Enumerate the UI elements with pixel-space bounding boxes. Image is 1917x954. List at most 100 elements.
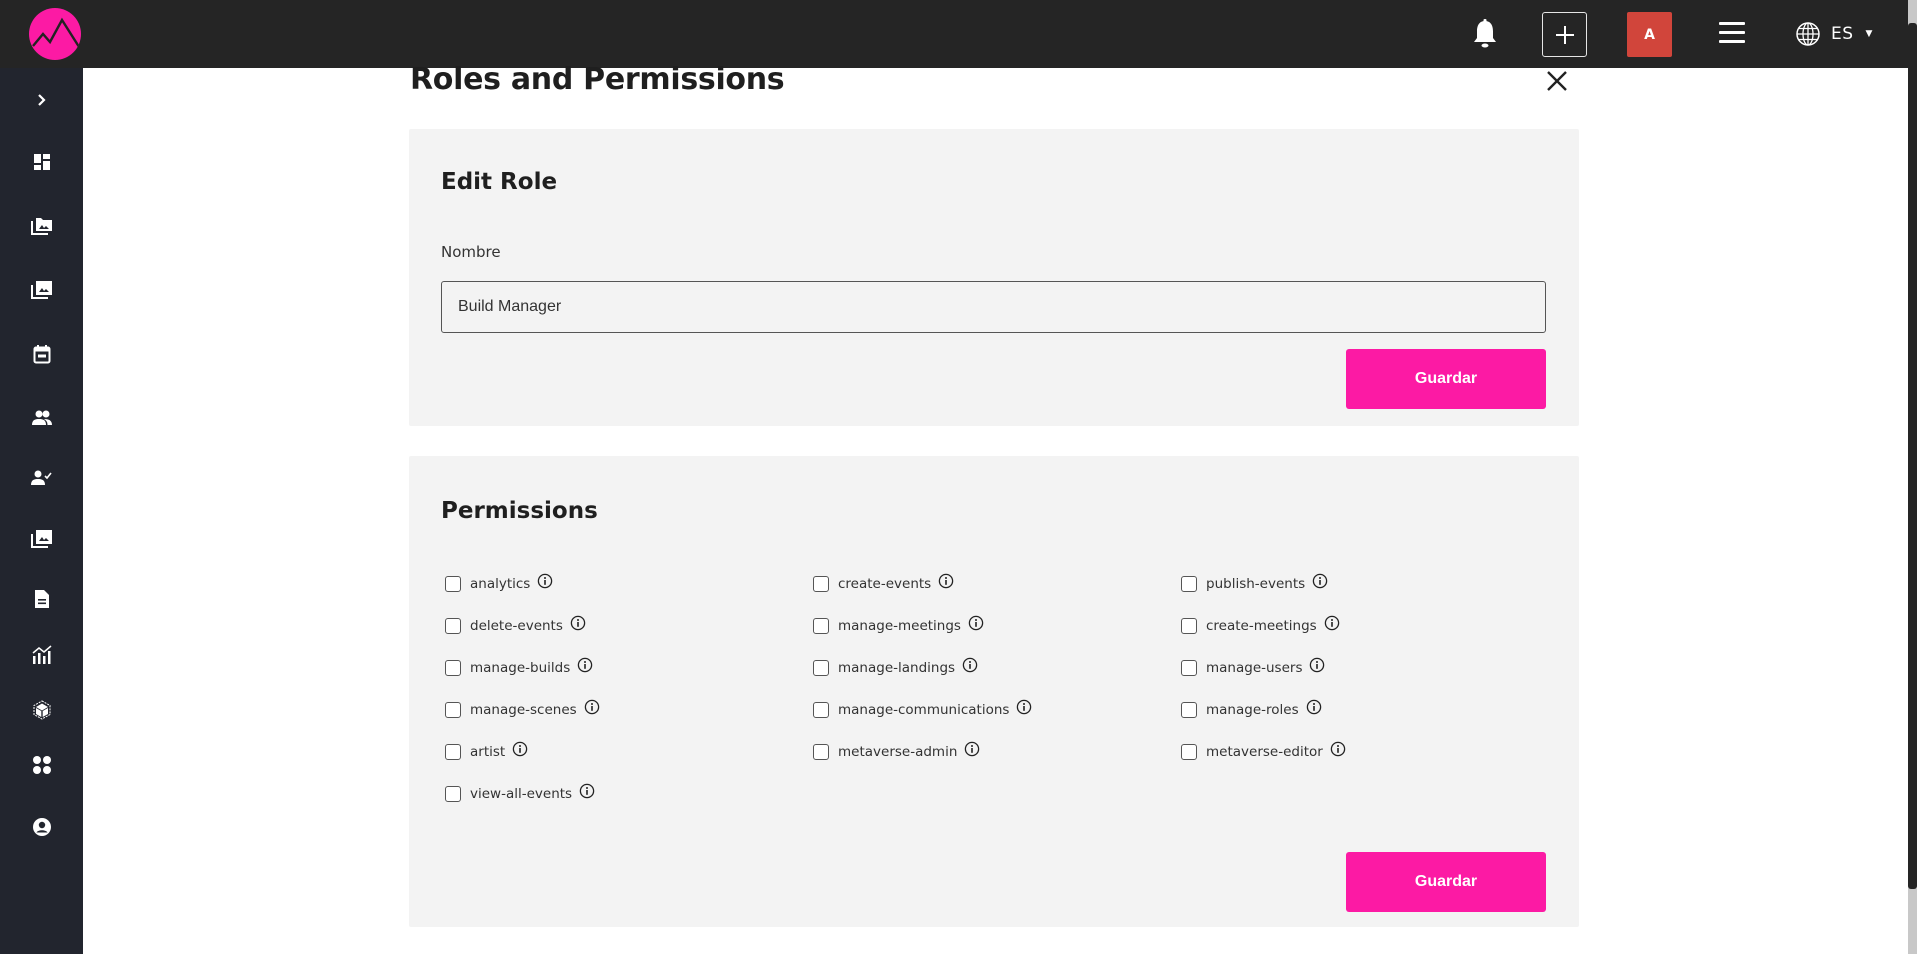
language-selector[interactable]: ES ▼	[1795, 19, 1872, 49]
info-icon[interactable]	[579, 783, 595, 799]
permission-item: manage-communications	[813, 699, 1032, 720]
permission-item: analytics	[445, 573, 553, 594]
permission-label[interactable]: manage-users	[1206, 660, 1302, 676]
page-scrollbar[interactable]	[1908, 0, 1917, 954]
calendar-icon	[33, 345, 50, 364]
hamburger-line	[1719, 40, 1745, 43]
permission-checkbox[interactable]	[1181, 744, 1197, 760]
notifications-button[interactable]	[1470, 18, 1500, 50]
info-icon[interactable]	[570, 615, 586, 631]
create-button[interactable]	[1542, 12, 1587, 57]
sidebar-item-events[interactable]	[0, 333, 83, 375]
permission-label[interactable]: publish-events	[1206, 576, 1305, 592]
permission-label[interactable]: metaverse-editor	[1206, 744, 1323, 760]
info-icon[interactable]	[1312, 573, 1328, 589]
info-icon[interactable]	[1330, 741, 1346, 757]
info-icon[interactable]	[537, 573, 553, 589]
info-icon[interactable]	[962, 657, 978, 673]
info-icon[interactable]	[1324, 615, 1340, 631]
permission-label[interactable]: manage-landings	[838, 660, 955, 676]
sidebar-item-users[interactable]	[0, 397, 83, 439]
permission-label[interactable]: view-all-events	[470, 786, 572, 802]
info-icon[interactable]	[577, 657, 593, 673]
permission-item: metaverse-editor	[1181, 741, 1346, 762]
info-icon[interactable]	[584, 699, 600, 715]
sidebar-item-apps[interactable]	[0, 744, 83, 786]
sidebar-item-documents[interactable]	[0, 578, 83, 620]
hamburger-menu-button[interactable]	[1719, 22, 1745, 46]
globe-icon	[1796, 22, 1820, 46]
close-button[interactable]	[1544, 68, 1570, 94]
document-icon	[34, 590, 49, 608]
bell-icon	[1474, 19, 1496, 48]
permissions-title: Permissions	[441, 498, 598, 524]
permission-checkbox[interactable]	[445, 576, 461, 592]
info-icon[interactable]	[968, 615, 984, 631]
permission-checkbox[interactable]	[445, 744, 461, 760]
permission-label[interactable]: analytics	[470, 576, 530, 592]
top-bar: A ES ▼	[0, 0, 1908, 68]
permission-checkbox[interactable]	[813, 660, 829, 676]
info-icon[interactable]	[512, 741, 528, 757]
photo-folder-icon	[30, 218, 52, 235]
sidebar-item-galleries[interactable]	[0, 269, 83, 311]
permission-item: create-meetings	[1181, 615, 1340, 636]
permission-label[interactable]: manage-roles	[1206, 702, 1299, 718]
sidebar-item-3d-objects[interactable]	[0, 689, 83, 731]
sidebar-item-media-folders[interactable]	[0, 205, 83, 247]
permission-label[interactable]: manage-scenes	[470, 702, 577, 718]
permission-label[interactable]: manage-communications	[838, 702, 1009, 718]
mountain-logo-icon	[32, 17, 81, 51]
sidebar	[0, 68, 83, 954]
permission-item: manage-users	[1181, 657, 1325, 678]
hamburger-line	[1719, 31, 1745, 34]
permission-label[interactable]: create-events	[838, 576, 931, 592]
info-icon[interactable]	[964, 741, 980, 757]
scrollbar-thumb[interactable]	[1908, 23, 1917, 889]
permission-label[interactable]: metaverse-admin	[838, 744, 957, 760]
permission-checkbox[interactable]	[813, 702, 829, 718]
apps-dots-icon	[32, 756, 51, 774]
permission-checkbox[interactable]	[445, 702, 461, 718]
permission-item: manage-scenes	[445, 699, 600, 720]
permission-checkbox[interactable]	[445, 786, 461, 802]
permission-label[interactable]: manage-builds	[470, 660, 570, 676]
info-icon[interactable]	[938, 573, 954, 589]
sidebar-item-media-library[interactable]	[0, 518, 83, 560]
save-role-button[interactable]: Guardar	[1346, 349, 1546, 409]
permission-checkbox[interactable]	[1181, 660, 1197, 676]
permission-checkbox[interactable]	[445, 660, 461, 676]
permission-checkbox[interactable]	[1181, 618, 1197, 634]
sidebar-item-analytics[interactable]	[0, 634, 83, 676]
permission-checkbox[interactable]	[1181, 576, 1197, 592]
photo-library-icon	[30, 281, 52, 299]
permission-label[interactable]: delete-events	[470, 618, 563, 634]
permission-item: artist	[445, 741, 528, 762]
permission-checkbox[interactable]	[445, 618, 461, 634]
permission-item: view-all-events	[445, 783, 595, 804]
info-icon[interactable]	[1016, 699, 1032, 715]
sidebar-item-dashboard[interactable]	[0, 141, 83, 183]
info-icon[interactable]	[1306, 699, 1322, 715]
info-icon[interactable]	[1309, 657, 1325, 673]
user-avatar-button[interactable]: A	[1627, 12, 1672, 57]
permission-checkbox[interactable]	[813, 576, 829, 592]
sidebar-item-user-roles[interactable]	[0, 457, 83, 499]
permission-checkbox[interactable]	[813, 618, 829, 634]
permission-item: publish-events	[1181, 573, 1328, 594]
sidebar-item-account[interactable]	[0, 806, 83, 848]
role-name-input[interactable]	[441, 281, 1546, 333]
permission-item: create-events	[813, 573, 954, 594]
sidebar-expand-button[interactable]	[0, 79, 83, 121]
permission-checkbox[interactable]	[1181, 702, 1197, 718]
permission-label[interactable]: artist	[470, 744, 505, 760]
permission-label[interactable]: create-meetings	[1206, 618, 1317, 634]
close-icon	[1547, 71, 1567, 91]
edit-role-card: Edit Role Nombre Guardar	[409, 129, 1579, 426]
permission-checkbox[interactable]	[813, 744, 829, 760]
account-circle-icon	[32, 818, 51, 836]
brand-logo[interactable]	[29, 8, 81, 60]
save-permissions-button[interactable]: Guardar	[1346, 852, 1546, 912]
caret-down-icon: ▼	[1865, 29, 1873, 39]
permission-label[interactable]: manage-meetings	[838, 618, 961, 634]
